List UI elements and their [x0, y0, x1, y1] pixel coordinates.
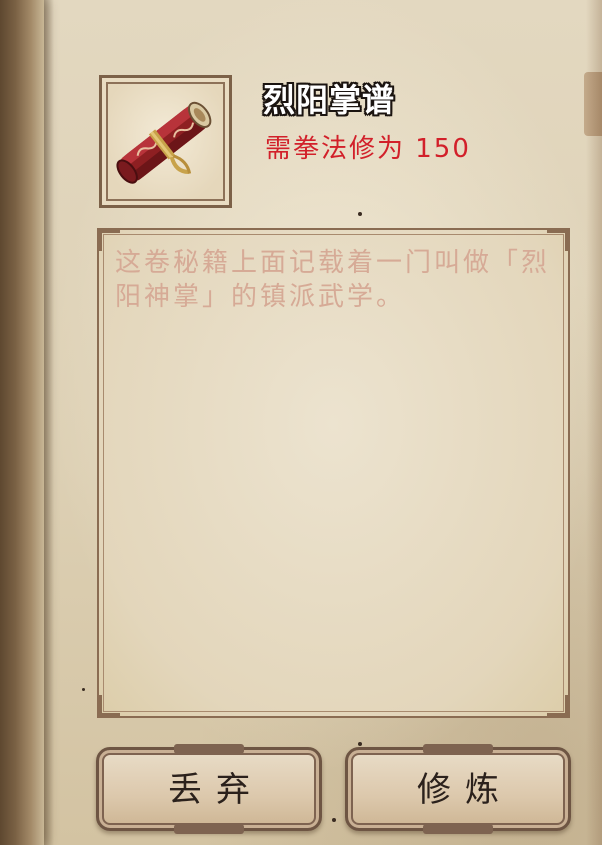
- button-ornament: [174, 824, 244, 834]
- discard-button-label: 丢弃: [168, 770, 264, 810]
- item-icon-frame: [99, 75, 232, 208]
- button-ornament: [174, 744, 244, 754]
- item-requirement: 需拳法修为 150: [265, 134, 471, 164]
- practice-button[interactable]: 修炼: [345, 744, 571, 834]
- scroll-icon: [116, 101, 212, 184]
- page-tab: [584, 72, 602, 136]
- practice-button-label: 修炼: [417, 770, 513, 810]
- paper-speck: [358, 212, 362, 216]
- panel-corner-ornament: [97, 695, 120, 718]
- paper-speck: [332, 818, 336, 822]
- button-ornament: [423, 744, 493, 754]
- panel-corner-ornament: [547, 695, 570, 718]
- description-panel: 这卷秘籍上面记载着一门叫做「烈阳神掌」的镇派武学。: [97, 228, 570, 718]
- discard-button[interactable]: 丢弃: [96, 744, 322, 834]
- item-description: 这卷秘籍上面记载着一门叫做「烈阳神掌」的镇派武学。: [115, 248, 551, 312]
- button-ornament: [423, 824, 493, 834]
- page-fold-shadow: [44, 0, 54, 845]
- item-name: 烈阳掌谱: [263, 81, 396, 119]
- paper-speck: [82, 688, 85, 691]
- paper-speck: [358, 742, 362, 746]
- book-spine: [0, 0, 44, 845]
- item-detail-screen: 烈阳掌谱 需拳法修为 150 这卷秘籍上面记载着一门叫做「烈阳神掌」的镇派武学。…: [0, 0, 602, 845]
